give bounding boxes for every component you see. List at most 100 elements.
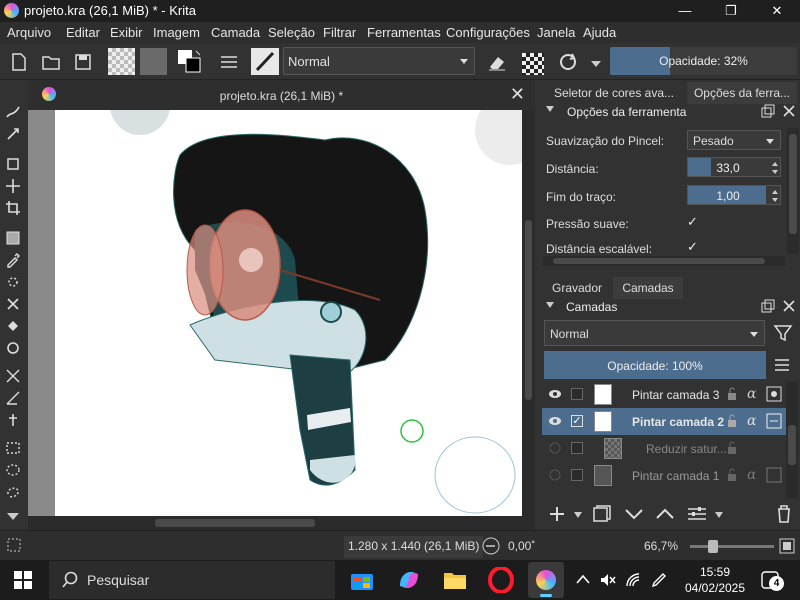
move-layer-down-icon[interactable] <box>624 507 644 521</box>
chevron-down-icon[interactable] <box>715 512 723 518</box>
duplicate-layer-icon[interactable] <box>592 505 612 523</box>
opacity-slider[interactable]: Opacidade: 32% <box>610 47 797 75</box>
add-layer-icon[interactable] <box>548 505 566 523</box>
ruler-tool-icon[interactable] <box>5 390 21 406</box>
fill-tool-icon[interactable] <box>5 318 21 334</box>
tab-advanced-color-selector[interactable]: Seletor de cores ava... <box>543 82 685 104</box>
alpha-lock-icon[interactable]: α <box>746 413 760 427</box>
scrollbar-thumb[interactable] <box>788 425 796 465</box>
lock-icon[interactable] <box>726 387 738 401</box>
measure-tool-icon[interactable] <box>5 368 21 384</box>
close-docker-icon[interactable] <box>782 299 796 313</box>
close-docker-icon[interactable] <box>782 104 796 118</box>
eye-icon[interactable] <box>548 414 562 428</box>
filter-icon[interactable] <box>772 322 794 344</box>
menu-arquivo[interactable]: Arquivo <box>7 25 51 40</box>
maximize-button[interactable]: ❐ <box>708 0 754 22</box>
store-icon[interactable] <box>349 568 375 592</box>
zoom-slider-handle[interactable] <box>708 540 718 553</box>
calligraphy-tool-icon[interactable] <box>5 126 21 142</box>
scrollbar-thumb[interactable] <box>525 220 532 400</box>
opera-icon[interactable] <box>488 567 514 593</box>
tab-layers[interactable]: Camadas <box>613 277 683 299</box>
new-document-icon[interactable] <box>8 51 30 73</box>
menu-configuracoes[interactable]: Configurações <box>446 25 530 40</box>
stroke-end-spinbox[interactable]: 1,00 <box>687 185 781 205</box>
menu-icon[interactable] <box>774 358 790 372</box>
chevron-up-icon[interactable] <box>576 574 590 584</box>
inherit-alpha-icon[interactable] <box>766 386 782 402</box>
menu-janela[interactable]: Janela <box>537 25 575 40</box>
eye-hidden-icon[interactable] <box>548 468 562 482</box>
notifications-button[interactable]: 4 <box>760 568 784 592</box>
menu-ferramentas[interactable]: Ferramentas <box>367 25 441 40</box>
canvas-horizontal-scrollbar[interactable] <box>28 516 535 530</box>
eye-icon[interactable] <box>548 387 562 401</box>
spin-up-icon[interactable] <box>772 162 778 166</box>
close-window-button[interactable]: ✕ <box>754 0 800 22</box>
speaker-muted-icon[interactable] <box>600 572 616 588</box>
reference-tool-icon[interactable] <box>5 412 21 428</box>
chevron-down-icon[interactable] <box>591 61 601 67</box>
gradient-tool-icon[interactable] <box>5 230 21 246</box>
inherit-alpha-icon[interactable] <box>766 467 782 483</box>
ellipse-select-icon[interactable] <box>5 462 21 478</box>
move-tool-icon[interactable] <box>5 178 21 194</box>
scrollbar-thumb[interactable] <box>553 258 765 264</box>
crop-tool-icon[interactable] <box>5 200 21 216</box>
layer-checkbox[interactable] <box>571 388 583 400</box>
freehand-brush-tool-icon[interactable] <box>5 104 21 120</box>
layer-blend-mode-select[interactable]: Normal <box>544 320 765 346</box>
enclose-fill-tool-icon[interactable] <box>5 340 21 356</box>
scalable-distance-checkbox[interactable]: ✓ <box>687 239 698 255</box>
layer-checkbox[interactable]: ✓ <box>571 415 583 427</box>
layer-opacity-slider[interactable]: Opacidade: 100% <box>544 351 766 379</box>
scrollbar-thumb[interactable] <box>789 134 797 234</box>
menu-filtrar[interactable]: Filtrar <box>323 25 356 40</box>
lock-icon[interactable] <box>726 414 738 428</box>
eraser-icon[interactable] <box>486 51 508 73</box>
canvas-vertical-scrollbar[interactable] <box>522 110 535 516</box>
pattern-selector-icon[interactable] <box>140 48 167 75</box>
menu-camada[interactable]: Camada <box>211 25 260 40</box>
file-explorer-icon[interactable] <box>442 569 468 591</box>
copilot-icon[interactable] <box>396 568 422 592</box>
open-folder-icon[interactable] <box>40 51 62 73</box>
fg-bg-color-icon[interactable] <box>176 48 204 75</box>
alpha-lock-icon[interactable]: α <box>746 467 760 481</box>
color-picker-tool-icon[interactable] <box>5 252 21 268</box>
alpha-lock-icon[interactable]: α <box>746 386 760 400</box>
zoom-slider[interactable] <box>690 540 774 553</box>
pen-icon[interactable] <box>651 572 667 588</box>
minimize-button[interactable]: — <box>662 0 708 22</box>
windows-start-icon[interactable] <box>14 571 32 589</box>
collapse-icon[interactable] <box>546 302 554 310</box>
move-layer-up-icon[interactable] <box>655 507 675 521</box>
rotation-icon[interactable] <box>481 537 501 555</box>
image-dimensions[interactable]: 1.280 x 1.440 (26,1 MiB) <box>344 536 484 558</box>
tab-recorder[interactable]: Gravador <box>543 277 611 299</box>
layer-properties-icon[interactable] <box>686 505 708 523</box>
reload-preset-icon[interactable] <box>557 51 579 73</box>
transform-tool-icon[interactable] <box>5 156 21 172</box>
collapse-icon[interactable] <box>546 106 554 114</box>
smooth-pressure-checkbox[interactable]: ✓ <box>687 214 698 230</box>
preserve-alpha-icon[interactable] <box>522 53 544 75</box>
save-icon[interactable] <box>72 51 94 73</box>
zoom-value[interactable]: 66,7% <box>644 539 678 553</box>
layer-row[interactable]: Pintar camada 1 α <box>542 462 786 489</box>
layer-checkbox[interactable] <box>571 469 583 481</box>
delete-layer-icon[interactable] <box>775 504 793 524</box>
clock[interactable]: 15:59 04/02/2025 <box>680 564 750 596</box>
blend-mode-select[interactable]: Normal <box>283 47 475 75</box>
close-document-button[interactable]: ✕ <box>510 84 525 105</box>
menu-selecao[interactable]: Seleção <box>268 25 315 40</box>
layer-checkbox[interactable] <box>571 442 583 454</box>
spin-up-icon[interactable] <box>772 190 778 194</box>
gradient-selector-icon[interactable] <box>108 48 135 75</box>
chevron-down-icon[interactable] <box>574 512 582 518</box>
krita-taskbar-button[interactable] <box>528 562 564 598</box>
smart-patch-tool-icon[interactable] <box>5 274 21 290</box>
menu-exibir[interactable]: Exibir <box>110 25 143 40</box>
brush-settings-icon[interactable] <box>218 51 240 73</box>
